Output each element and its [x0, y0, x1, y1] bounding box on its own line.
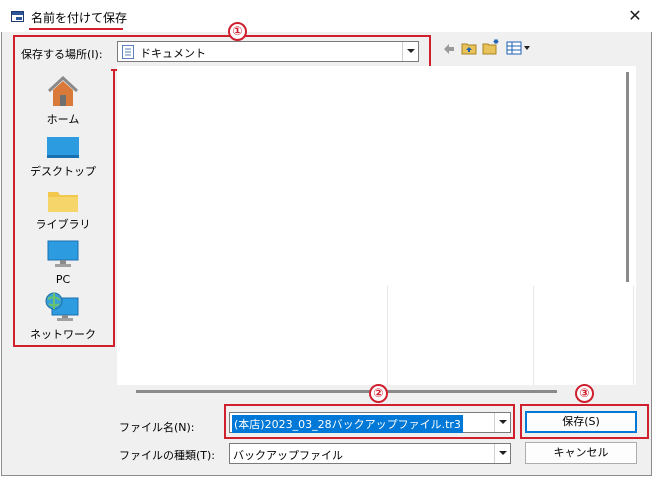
places-bar: ホーム デスクトップ ライブラリ PC ネットワーク [15, 64, 111, 344]
place-label: ライブラリ [35, 218, 91, 231]
home-icon [47, 76, 79, 106]
filename-label: ファイル名(N): [119, 421, 195, 434]
place-pc[interactable]: PC [15, 240, 111, 286]
up-folder-icon[interactable] [461, 40, 477, 56]
desktop-icon [47, 137, 79, 158]
annotation-badge-2: ② [369, 384, 388, 403]
cancel-button-label: キャンセル [553, 446, 609, 459]
place-library[interactable]: ライブラリ [15, 188, 111, 234]
pc-icon [47, 240, 79, 267]
filetype-value: バックアップファイル [233, 449, 343, 462]
dialog-title: 名前を付けて保存 [31, 11, 128, 25]
place-label: ホーム [46, 113, 80, 126]
divider [387, 286, 388, 385]
chevron-down-icon[interactable] [494, 413, 510, 432]
view-menu-icon[interactable] [506, 41, 532, 55]
divider [533, 286, 534, 385]
chevron-down-icon[interactable] [402, 42, 418, 61]
close-icon[interactable]: ✕ [623, 5, 647, 27]
place-home[interactable]: ホーム [15, 76, 111, 126]
horizontal-scrollbar[interactable] [136, 390, 557, 393]
filetype-label: ファイルの種類(T): [119, 449, 216, 462]
cancel-button[interactable]: キャンセル [525, 442, 637, 464]
file-list[interactable] [117, 66, 636, 385]
library-icon [48, 192, 78, 212]
save-button-label: 保存(S) [562, 415, 600, 428]
network-icon [45, 292, 79, 321]
new-folder-icon[interactable] [482, 38, 500, 56]
documents-icon [122, 45, 134, 59]
chevron-down-icon[interactable] [494, 444, 510, 463]
location-combo[interactable]: ドキュメント [117, 41, 419, 62]
place-label: ネットワーク [30, 328, 96, 341]
place-label: PC [55, 273, 71, 286]
place-network[interactable]: ネットワーク [15, 292, 111, 341]
annotation-badge-1: ① [228, 22, 247, 41]
place-label: デスクトップ [30, 165, 96, 178]
title-underline [29, 28, 123, 30]
filename-value: (本店)2023_03_28バックアップファイル.tr3 [232, 415, 463, 433]
save-button[interactable]: 保存(S) [525, 411, 637, 433]
place-desktop[interactable]: デスクトップ [15, 134, 111, 180]
filetype-select[interactable]: バックアップファイル [229, 443, 511, 464]
location-value: ドキュメント [140, 47, 206, 60]
vertical-scrollbar[interactable] [626, 72, 629, 282]
title-bar: 名前を付けて保存 ✕ [1, 1, 652, 32]
back-icon[interactable] [442, 42, 456, 56]
app-icon [11, 11, 24, 22]
filename-field[interactable]: (本店)2023_03_28バックアップファイル.tr3 [229, 412, 511, 433]
location-label: 保存する場所(I): [21, 48, 103, 61]
annotation-badge-3: ③ [575, 384, 594, 403]
divider [633, 286, 634, 385]
